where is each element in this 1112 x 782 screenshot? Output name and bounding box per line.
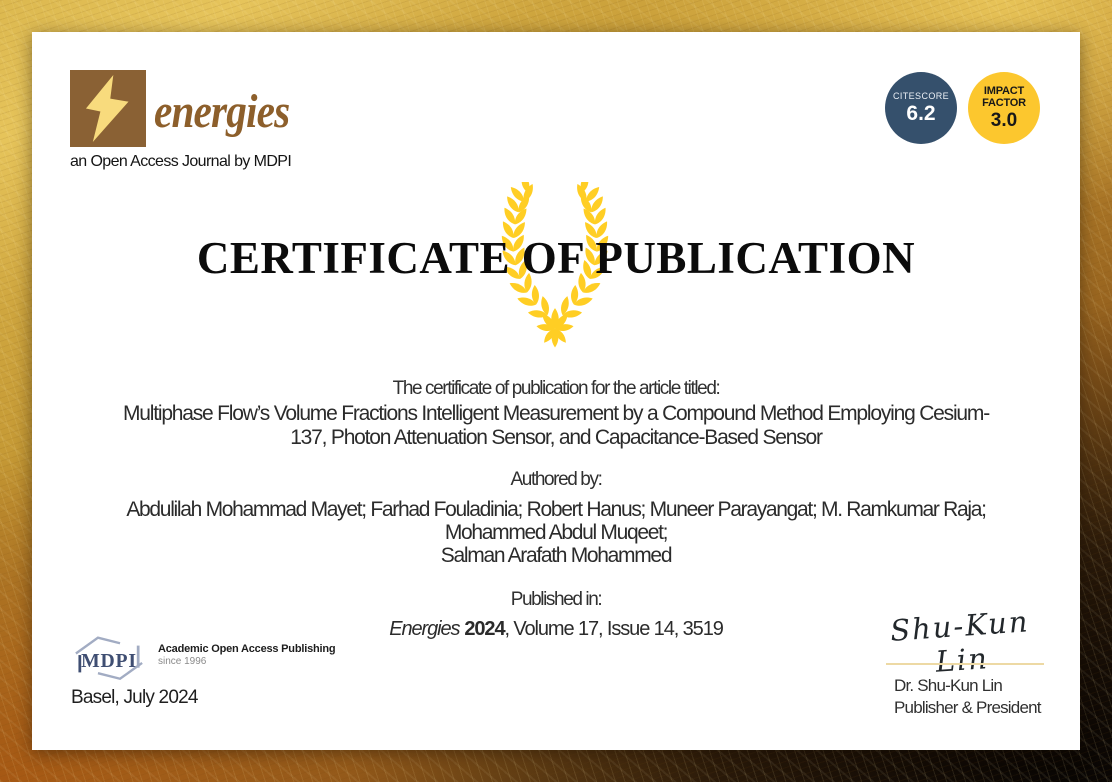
journal-tagline: an Open Access Journal by MDPI — [70, 153, 291, 171]
publisher-tagline-small: since 1996 — [158, 656, 335, 667]
signature-line — [886, 663, 1044, 665]
authors-list: Abdulilah Mohammad Mayet; Farhad Fouladi… — [32, 498, 1080, 567]
impact-factor-badge: IMPACT FACTOR 3.0 — [968, 72, 1040, 144]
citescore-badge: CITESCORE 6.2 — [885, 72, 957, 144]
intro-text: The certificate of publication for the a… — [32, 378, 1080, 400]
journal-reference-issue: , Volume 17, Issue 14, 3519 — [504, 618, 722, 640]
gold-frame: energies an Open Access Journal by MDPI … — [0, 0, 1112, 782]
impact-factor-value: 3.0 — [991, 110, 1017, 132]
citescore-value: 6.2 — [906, 102, 935, 126]
authored-by-label: Authored by: — [32, 469, 1080, 491]
certificate-heading: CERTIFICATE OF PUBLICATION — [32, 232, 1080, 284]
place-date: Basel, July 2024 — [71, 687, 198, 709]
published-in-label: Published in: — [32, 589, 1080, 611]
publisher-tagline-bold: Academic Open Access Publishing — [158, 643, 335, 655]
signature-script: Shu-Kun Lin — [859, 602, 1063, 684]
authors-line3: Salman Arafath Mohammed — [32, 544, 1080, 567]
signer-name: Dr. Shu-Kun Lin — [894, 676, 1002, 696]
impact-factor-label-line2: FACTOR — [982, 97, 1026, 109]
impact-factor-label-line1: IMPACT — [984, 85, 1024, 97]
lightning-bolt-icon — [70, 70, 146, 147]
authors-line1: Abdulilah Mohammad Mayet; Farhad Fouladi… — [32, 498, 1080, 521]
article-title-line2: 137, Photon Attenuation Sensor, and Capa… — [32, 426, 1080, 450]
journal-reference-name: Energies — [389, 618, 459, 640]
article-title: Multiphase Flow’s Volume Fractions Intel… — [32, 402, 1080, 450]
authors-line2: Mohammed Abdul Muqeet; — [32, 521, 1080, 544]
publisher-tagline: Academic Open Access Publishing since 19… — [158, 643, 335, 667]
mdpi-logo: MDPI — [68, 632, 150, 686]
mdpi-logo-text: MDPI — [81, 650, 137, 672]
energies-logo — [70, 70, 146, 147]
citescore-label: CITESCORE — [893, 91, 949, 101]
journal-wordmark: energies — [154, 84, 289, 139]
certificate-card: energies an Open Access Journal by MDPI … — [32, 32, 1080, 750]
article-title-line1: Multiphase Flow’s Volume Fractions Intel… — [32, 402, 1080, 426]
signer-role: Publisher & President — [894, 698, 1041, 718]
journal-reference-year: 2024 — [464, 618, 504, 640]
